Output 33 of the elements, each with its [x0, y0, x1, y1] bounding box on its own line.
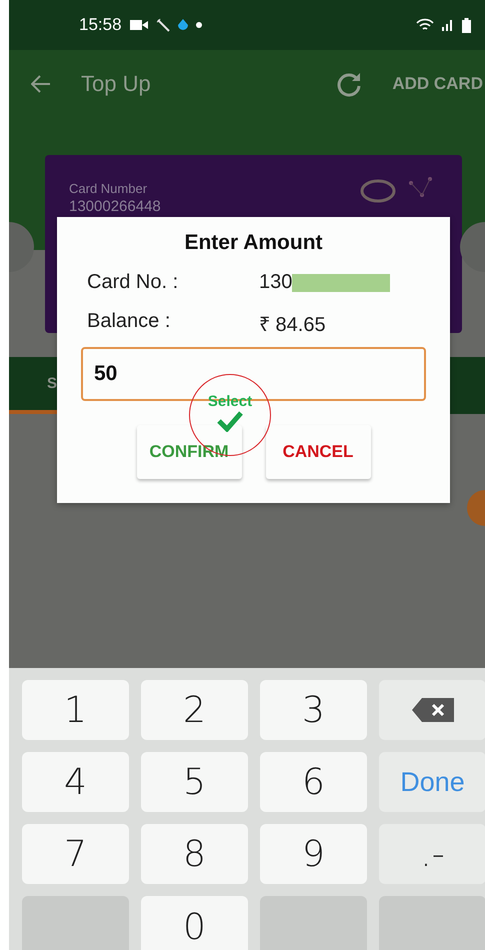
field-label: Balance :	[87, 310, 172, 334]
symbol-key[interactable]: .-	[379, 824, 485, 884]
card-number-label: Card Number	[69, 181, 148, 196]
digit-key[interactable]: 4	[22, 752, 129, 812]
backspace-key[interactable]	[379, 680, 485, 740]
page-title: Top Up	[81, 71, 152, 97]
drop-icon	[178, 19, 188, 31]
battery-icon	[462, 18, 471, 32]
digit-key[interactable]: 3	[260, 680, 367, 740]
refresh-icon[interactable]	[336, 71, 362, 97]
digit-key[interactable]: 5	[141, 752, 248, 812]
field-value: 130	[259, 271, 292, 294]
digit-key[interactable]: 2	[141, 680, 248, 740]
digit-key[interactable]: 9	[260, 824, 367, 884]
cancel-button[interactable]: CANCEL	[266, 425, 370, 479]
digit-key[interactable]: 6	[260, 752, 367, 812]
checkmark-icon	[217, 410, 243, 432]
card-number: 13000266448	[69, 198, 162, 215]
signal-icon	[442, 19, 454, 31]
digit-key[interactable]: 7	[22, 824, 129, 884]
wifi-icon	[416, 18, 434, 32]
backspace-icon	[412, 698, 454, 722]
back-arrow-icon[interactable]	[31, 75, 51, 93]
field-label: Card No. :	[87, 271, 180, 294]
clock-time: 15:58	[79, 15, 122, 35]
digit-key[interactable]: 1	[22, 680, 129, 740]
video-camera-icon	[130, 19, 148, 31]
digit-key[interactable]: 0	[141, 896, 248, 950]
magic-wand-icon	[156, 18, 170, 32]
dot-icon	[196, 22, 202, 28]
digit-key[interactable]: 8	[141, 824, 248, 884]
dialog-title: Enter Amount	[183, 231, 324, 255]
field-value: ₹ 84.65	[259, 313, 326, 337]
